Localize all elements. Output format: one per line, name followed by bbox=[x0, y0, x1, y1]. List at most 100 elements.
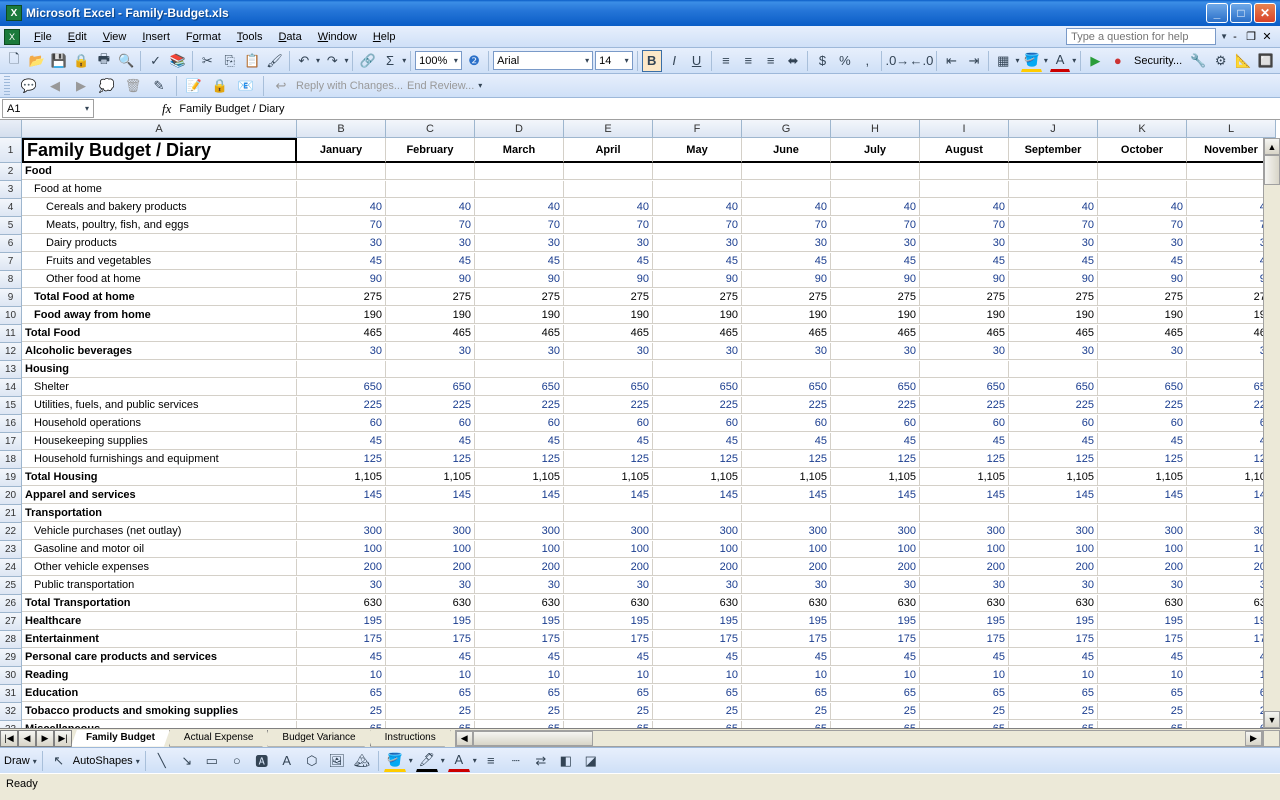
cell[interactable]: 145 bbox=[564, 487, 653, 504]
sheet-tab[interactable]: Family Budget bbox=[71, 730, 170, 747]
cell[interactable]: 40 bbox=[1098, 199, 1187, 216]
cell[interactable]: 30 bbox=[1098, 577, 1187, 594]
tab-nav-button[interactable]: |◀ bbox=[0, 730, 18, 747]
cell[interactable] bbox=[475, 505, 564, 522]
cell[interactable]: 65 bbox=[297, 685, 386, 702]
cell[interactable]: 10 bbox=[297, 667, 386, 684]
align-right-icon[interactable]: ≡ bbox=[761, 50, 781, 72]
increase-indent-icon[interactable]: ⇥ bbox=[964, 50, 984, 72]
cell[interactable]: 100 bbox=[1098, 541, 1187, 558]
tab-nav-button[interactable]: ◀ bbox=[18, 730, 36, 747]
clipart-icon[interactable]: 🖼 bbox=[326, 750, 348, 772]
column-header[interactable]: K bbox=[1098, 120, 1187, 138]
cell[interactable]: 30 bbox=[475, 235, 564, 252]
cell[interactable]: 125 bbox=[475, 451, 564, 468]
font-select[interactable]: Arial▾ bbox=[493, 51, 593, 70]
sheet-tab[interactable]: Actual Expense bbox=[169, 730, 269, 747]
cell[interactable]: 65 bbox=[1009, 721, 1098, 728]
column-header[interactable]: J bbox=[1009, 120, 1098, 138]
cell[interactable]: 465 bbox=[475, 325, 564, 342]
cell[interactable] bbox=[475, 163, 564, 180]
cell[interactable] bbox=[564, 505, 653, 522]
cell[interactable]: 65 bbox=[564, 721, 653, 728]
cell[interactable]: 90 bbox=[1009, 271, 1098, 288]
delete-comment-icon[interactable]: 🗑 bbox=[122, 75, 144, 97]
cell[interactable]: 275 bbox=[920, 289, 1009, 306]
cell[interactable]: Tobacco products and smoking supplies bbox=[22, 703, 297, 720]
column-header[interactable]: I bbox=[920, 120, 1009, 138]
cell[interactable]: 65 bbox=[1098, 721, 1187, 728]
cell[interactable]: 125 bbox=[742, 451, 831, 468]
row-header[interactable]: 7 bbox=[0, 253, 22, 271]
redo-icon[interactable]: ↷ bbox=[322, 50, 342, 72]
cell[interactable]: Housing bbox=[22, 361, 297, 378]
align-left-icon[interactable]: ≡ bbox=[716, 50, 736, 72]
doc-close-button[interactable]: ✕ bbox=[1260, 30, 1274, 44]
cell[interactable]: 225 bbox=[1098, 397, 1187, 414]
cell[interactable]: 70 bbox=[1009, 217, 1098, 234]
cell[interactable]: 650 bbox=[742, 379, 831, 396]
3d-icon[interactable]: ◪ bbox=[580, 750, 602, 772]
row-header[interactable]: 30 bbox=[0, 667, 22, 685]
research-icon[interactable]: 📚 bbox=[168, 50, 188, 72]
cell[interactable]: 465 bbox=[564, 325, 653, 342]
cell[interactable]: Other food at home bbox=[22, 271, 297, 288]
cell[interactable]: 275 bbox=[297, 289, 386, 306]
dropdown-icon[interactable]: ▾ bbox=[473, 756, 477, 765]
design-icon[interactable]: 📐 bbox=[1233, 50, 1253, 72]
cell[interactable]: 650 bbox=[386, 379, 475, 396]
print-icon[interactable]: 🖶 bbox=[94, 50, 114, 72]
cell[interactable]: 45 bbox=[564, 433, 653, 450]
cell[interactable] bbox=[564, 361, 653, 378]
vertical-scrollbar[interactable]: ▲ ▼ bbox=[1263, 138, 1280, 728]
cell[interactable] bbox=[386, 505, 475, 522]
cell[interactable]: 65 bbox=[653, 685, 742, 702]
cut-icon[interactable]: ✂ bbox=[197, 50, 217, 72]
column-header[interactable]: A bbox=[22, 120, 297, 138]
cell[interactable]: 70 bbox=[297, 217, 386, 234]
line-style-icon[interactable]: ≡ bbox=[480, 750, 502, 772]
cell[interactable]: 200 bbox=[1098, 559, 1187, 576]
cell[interactable]: 60 bbox=[742, 415, 831, 432]
cell[interactable]: April bbox=[564, 138, 653, 163]
cell[interactable]: 70 bbox=[831, 217, 920, 234]
control-icon[interactable]: 🔲 bbox=[1255, 50, 1275, 72]
cell[interactable]: 630 bbox=[742, 595, 831, 612]
cell[interactable]: Household furnishings and equipment bbox=[22, 451, 297, 468]
cell[interactable]: 65 bbox=[475, 721, 564, 728]
cell[interactable] bbox=[1098, 361, 1187, 378]
cell[interactable]: 30 bbox=[297, 235, 386, 252]
cell[interactable]: 40 bbox=[564, 199, 653, 216]
cell[interactable] bbox=[1009, 505, 1098, 522]
name-box[interactable]: A1▾ bbox=[2, 99, 94, 118]
cell[interactable]: Miscellaneous bbox=[22, 721, 297, 728]
cell[interactable]: Housekeeping supplies bbox=[22, 433, 297, 450]
cell[interactable] bbox=[297, 163, 386, 180]
cell[interactable]: Reading bbox=[22, 667, 297, 684]
cell[interactable] bbox=[831, 361, 920, 378]
cell[interactable]: 300 bbox=[564, 523, 653, 540]
cell[interactable]: 10 bbox=[1009, 667, 1098, 684]
menu-window[interactable]: Window bbox=[310, 28, 365, 46]
cell[interactable]: 175 bbox=[564, 631, 653, 648]
cell[interactable] bbox=[386, 361, 475, 378]
cell[interactable]: 30 bbox=[920, 577, 1009, 594]
ink-icon[interactable]: ✎ bbox=[148, 75, 170, 97]
cell[interactable]: 30 bbox=[742, 343, 831, 360]
cell[interactable]: 175 bbox=[297, 631, 386, 648]
underline-button[interactable]: U bbox=[686, 50, 706, 72]
cell[interactable]: 125 bbox=[653, 451, 742, 468]
tab-nav-button[interactable]: ▶| bbox=[54, 730, 72, 747]
zoom-select[interactable]: 100%▾ bbox=[415, 51, 462, 70]
cell[interactable]: Fruits and vegetables bbox=[22, 253, 297, 270]
cell[interactable] bbox=[831, 505, 920, 522]
cell[interactable]: 40 bbox=[475, 199, 564, 216]
row-header[interactable]: 27 bbox=[0, 613, 22, 631]
cell[interactable]: 45 bbox=[297, 253, 386, 270]
cell[interactable]: 30 bbox=[1009, 235, 1098, 252]
cell[interactable]: 70 bbox=[1098, 217, 1187, 234]
line-color-icon[interactable]: 🖊 bbox=[416, 750, 438, 772]
cell[interactable]: 45 bbox=[564, 649, 653, 666]
fill-color-icon[interactable]: 🪣 bbox=[1021, 50, 1041, 72]
menu-edit[interactable]: Edit bbox=[60, 28, 95, 46]
